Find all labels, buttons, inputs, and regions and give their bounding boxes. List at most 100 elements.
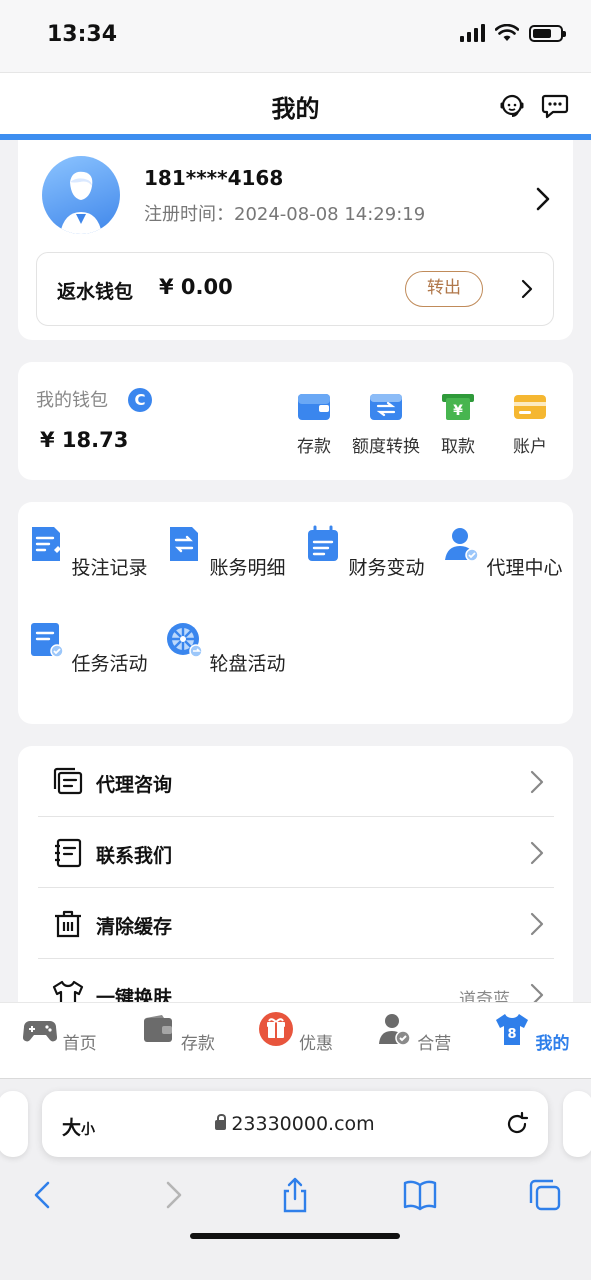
grid-label-roulette: 轮盘活动 [209, 653, 286, 675]
jersey-icon: 8 [496, 1014, 529, 1045]
tabs-icon[interactable] [527, 1177, 563, 1213]
menu-item-agent-consult[interactable]: 代理咨询 [38, 746, 554, 817]
wallet-balance: ¥ 18.73 [40, 428, 129, 452]
chat-bubble-icon[interactable] [541, 91, 569, 119]
bookmarks-icon[interactable] [402, 1177, 438, 1213]
tab-label-deposit: 存款 [180, 1034, 215, 1054]
avatar[interactable] [42, 156, 120, 234]
support-headset-icon[interactable] [498, 91, 526, 119]
trash-icon [55, 910, 81, 938]
deposit-label: 存款 [297, 437, 331, 457]
account-button[interactable]: 账户 [494, 392, 566, 457]
page-header: 我的 [0, 72, 591, 134]
refresh-balance-icon[interactable]: C [128, 388, 152, 412]
registration-time: 注册时间：2024-08-08 14:29:19 [144, 200, 425, 226]
chevron-right-icon [530, 841, 544, 865]
menu-label-skin: 一键换肤 [96, 987, 173, 1002]
finance-change-icon [308, 525, 339, 561]
wallet-label: 我的钱包 [36, 390, 108, 411]
tab-deposit[interactable]: 存款 [118, 1003, 236, 1078]
account-detail-icon [170, 527, 199, 561]
tab-label-partner: 合营 [417, 1034, 452, 1054]
partner-icon [379, 1014, 411, 1046]
profile-card: 181****4168 注册时间：2024-08-08 14:29:19 返水钱… [18, 140, 573, 340]
chevron-right-icon [530, 912, 544, 936]
grid-label-finance-change: 财务变动 [348, 557, 425, 579]
transfer-label: 额度转换 [352, 437, 420, 457]
registration-value: 2024-08-08 14:29:19 [234, 204, 426, 225]
account-label: 账户 [513, 437, 547, 457]
cellular-signal-icon [460, 24, 485, 42]
grid-label-agent-center: 代理中心 [486, 557, 563, 579]
grid-item-agent-center[interactable]: 代理中心 [433, 524, 571, 580]
url-text: 23330000.com [231, 1113, 375, 1135]
profile-chevron-right-icon[interactable] [535, 186, 551, 212]
chevron-right-icon [530, 770, 544, 794]
deposit-wallet-icon [298, 394, 330, 420]
grid-item-account-detail[interactable]: 账务明细 [156, 524, 294, 580]
tab-partner[interactable]: 合营 [355, 1003, 473, 1078]
grid-label-account-detail: 账务明细 [209, 557, 286, 579]
settings-menu: 代理咨询 联系我们 清除缓存 一键换肤 道奇蓝 [18, 746, 573, 1002]
menu-label-clear-cache: 清除缓存 [96, 916, 173, 938]
share-icon[interactable] [277, 1177, 313, 1213]
next-tab-stub[interactable] [563, 1091, 591, 1157]
grid-item-finance-change[interactable]: 财务变动 [295, 524, 433, 580]
shirt-icon [52, 980, 84, 1002]
menu-item-clear-cache[interactable]: 清除缓存 [38, 888, 554, 959]
withdraw-button[interactable]: ¥ 取款 [422, 392, 494, 457]
grid-item-bet-record[interactable]: 投注记录 [18, 524, 156, 580]
gamepad-icon [22, 1021, 57, 1042]
bet-record-icon [32, 527, 62, 561]
agent-consult-icon [53, 767, 83, 795]
home-indicator [190, 1233, 400, 1239]
rebate-wallet-label: 返水钱包 [57, 281, 134, 303]
tab-home[interactable]: 首页 [0, 1003, 118, 1078]
chevron-right-icon [530, 983, 544, 1002]
wallet-card: 我的钱包 C ¥ 18.73 存款 额度转换 ¥ 取款 账户 [18, 362, 573, 480]
svg-text:8: 8 [508, 1027, 517, 1042]
transfer-button[interactable]: 额度转换 [350, 392, 422, 457]
grid-item-roulette[interactable]: 轮盘活动 [156, 620, 294, 676]
contact-icon [55, 838, 82, 868]
tab-label-mine: 我的 [535, 1034, 570, 1054]
bottom-tab-bar: 首页 存款 优惠 合营 8 我的 [0, 1002, 591, 1078]
status-bar: 13:34 [0, 0, 591, 72]
rebate-chevron-right-icon[interactable] [521, 279, 533, 299]
tab-mine[interactable]: 8 我的 [473, 1003, 591, 1078]
withdraw-label: 取款 [441, 437, 475, 457]
deposit-button[interactable]: 存款 [278, 392, 350, 457]
menu-value-skin: 道奇蓝 [459, 990, 510, 1002]
grid-item-task-activity[interactable]: 任务活动 [18, 620, 156, 676]
grid-label-bet-record: 投注记录 [71, 557, 148, 579]
tab-label-promotions: 优惠 [299, 1034, 334, 1054]
account-card-icon [514, 395, 546, 419]
user-avatar-icon [60, 171, 102, 234]
wallet-actions: 存款 额度转换 ¥ 取款 账户 [278, 392, 566, 457]
address-bar[interactable]: 大小 23330000.com [42, 1091, 548, 1157]
previous-tab-stub[interactable] [0, 1091, 28, 1157]
status-icons [460, 24, 566, 42]
menu-label-contact: 联系我们 [96, 845, 173, 867]
browser-chrome: 大小 23330000.com [0, 1078, 591, 1280]
menu-label-agent-consult: 代理咨询 [96, 774, 173, 796]
grid-label-task-activity: 任务活动 [71, 653, 148, 675]
reload-icon[interactable] [504, 1111, 530, 1137]
user-phone: 181****4168 [144, 166, 284, 190]
status-time: 13:34 [47, 22, 118, 47]
forward-icon[interactable] [154, 1177, 190, 1213]
tab-label-home: 首页 [62, 1034, 97, 1054]
battery-icon [529, 24, 566, 42]
menu-item-contact[interactable]: 联系我们 [38, 817, 554, 888]
browser-toolbar [0, 1177, 591, 1217]
lock-icon [215, 1114, 227, 1130]
back-icon[interactable] [26, 1177, 62, 1213]
registration-label: 注册时间： [144, 204, 234, 225]
tab-promotions[interactable]: 优惠 [236, 1003, 354, 1078]
wifi-icon [495, 24, 519, 41]
wallet-icon [143, 1015, 172, 1042]
menu-item-skin[interactable]: 一键换肤 道奇蓝 [38, 959, 554, 1002]
transfer-out-button[interactable]: 转出 [405, 271, 483, 307]
url-display[interactable]: 23330000.com [42, 1113, 548, 1135]
rebate-wallet-row[interactable]: 返水钱包 ¥ 0.00 转出 [36, 252, 554, 326]
